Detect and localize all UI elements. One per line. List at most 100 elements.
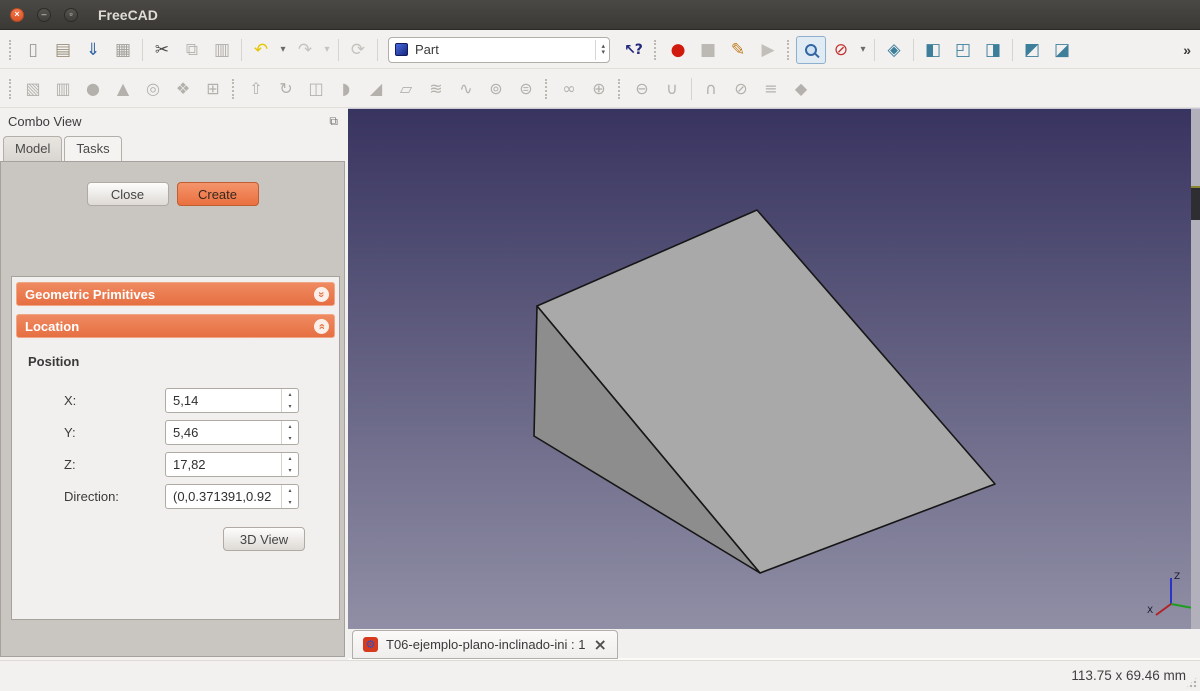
- part-loft-icon[interactable]: ≋: [421, 75, 451, 103]
- part-revolve-icon[interactable]: ↻: [271, 75, 301, 103]
- minimize-window-button[interactable]: –: [37, 8, 51, 22]
- part-section-icon[interactable]: ⊘: [726, 75, 756, 103]
- position-fields: X: ▴ ▾ Y:: [16, 388, 335, 509]
- view-axonometric-icon[interactable]: ◈: [879, 36, 909, 64]
- part-intersection-icon[interactable]: ∩: [696, 75, 726, 103]
- toolbar2-boolean-handle[interactable]: [545, 79, 550, 99]
- x-spinbox: ▴ ▾: [165, 388, 299, 413]
- undo-icon[interactable]: ↶: [246, 36, 276, 64]
- y-spinbox: ▴ ▾: [165, 420, 299, 445]
- part-torus-icon[interactable]: ◎: [138, 75, 168, 103]
- direction-input[interactable]: [166, 485, 281, 508]
- direction-combobox: ▴ ▾: [165, 484, 299, 509]
- resize-grip[interactable]: [1185, 676, 1198, 689]
- part-cut-icon[interactable]: ⊖: [627, 75, 657, 103]
- z-spin-buttons: ▴ ▾: [281, 453, 298, 476]
- part-boolean-icon[interactable]: ⊕: [584, 75, 614, 103]
- macro-play-icon[interactable]: ▶: [753, 36, 783, 64]
- x-input[interactable]: [166, 389, 281, 412]
- 3d-view-button[interactable]: 3D View: [223, 527, 305, 551]
- z-input[interactable]: [166, 453, 281, 476]
- cut-icon[interactable]: ✂: [147, 36, 177, 64]
- toolbar-separator: [874, 39, 875, 61]
- part-extrude-icon[interactable]: ⇧: [241, 75, 271, 103]
- z-spin-down-icon[interactable]: ▾: [282, 465, 298, 477]
- part-compound-icon[interactable]: ∞: [554, 75, 584, 103]
- undo-menu-arrow[interactable]: ▾: [276, 36, 290, 64]
- part-offset-icon[interactable]: ⊚: [481, 75, 511, 103]
- part-ruled-surface-icon[interactable]: ▱: [391, 75, 421, 103]
- create-button[interactable]: Create: [177, 182, 259, 206]
- mdi-tabbar: ⚙ T06-ejemplo-plano-inclinado-ini : 1 ×: [348, 629, 1200, 660]
- part-thickness-icon[interactable]: ⊜: [511, 75, 541, 103]
- scrollbar-handle[interactable]: [1191, 186, 1200, 220]
- paste-icon[interactable]: ▥: [207, 36, 237, 64]
- redo-icon[interactable]: ↷: [290, 36, 320, 64]
- float-panel-icon[interactable]: ⧉: [329, 114, 338, 129]
- view-top-icon[interactable]: ◰: [948, 36, 978, 64]
- view-rear-icon[interactable]: ◩: [1017, 36, 1047, 64]
- y-input[interactable]: [166, 421, 281, 444]
- close-tab-icon[interactable]: ×: [593, 635, 606, 654]
- part-fillet-icon[interactable]: ◗: [331, 75, 361, 103]
- y-spin-up-icon[interactable]: ▴: [282, 421, 298, 433]
- tab-model[interactable]: Model: [3, 136, 62, 161]
- draw-style-icon[interactable]: ⊘: [826, 36, 856, 64]
- z-spin-up-icon[interactable]: ▴: [282, 453, 298, 465]
- part-mirror-icon[interactable]: ◫: [301, 75, 331, 103]
- toolbar-separator: [241, 39, 242, 61]
- view-right-icon[interactable]: ◨: [978, 36, 1008, 64]
- refresh-icon[interactable]: ⟳: [343, 36, 373, 64]
- part-refine-shape-icon[interactable]: ◆: [786, 75, 816, 103]
- view-left-icon[interactable]: ◪: [1047, 36, 1077, 64]
- workbench-selector[interactable]: Part▴▾: [388, 37, 610, 63]
- maximize-window-button[interactable]: ▫: [64, 8, 78, 22]
- whats-this-icon[interactable]: ↖?: [616, 36, 650, 64]
- fit-all-icon[interactable]: [796, 36, 826, 64]
- part-box-icon[interactable]: ▧: [18, 75, 48, 103]
- part-shapebuilder-icon[interactable]: ⊞: [198, 75, 228, 103]
- copy-icon[interactable]: ⧉: [177, 36, 207, 64]
- redo-menu-arrow[interactable]: ▾: [320, 36, 334, 64]
- toolbar-overflow[interactable]: »: [1183, 42, 1195, 58]
- document-tab[interactable]: ⚙ T06-ejemplo-plano-inclinado-ini : 1 ×: [352, 630, 618, 659]
- direction-spin-down-icon[interactable]: ▾: [282, 497, 298, 509]
- part-cross-sections-icon[interactable]: ≡: [756, 75, 786, 103]
- x-spin-down-icon[interactable]: ▾: [282, 401, 298, 413]
- macro-record-icon[interactable]: ●: [663, 36, 693, 64]
- new-file-icon[interactable]: ▯: [18, 36, 48, 64]
- y-spin-down-icon[interactable]: ▾: [282, 433, 298, 445]
- view-front-icon[interactable]: ◧: [918, 36, 948, 64]
- close-task-button[interactable]: Close: [87, 182, 169, 206]
- draw-style-menu-arrow[interactable]: ▾: [856, 36, 870, 64]
- close-window-button[interactable]: ×: [10, 8, 24, 22]
- x-spin-up-icon[interactable]: ▴: [282, 389, 298, 401]
- direction-spin-up-icon[interactable]: ▴: [282, 485, 298, 497]
- part-sphere-icon[interactable]: ●: [78, 75, 108, 103]
- 3d-scene[interactable]: Z Y X: [348, 109, 1200, 630]
- section-location[interactable]: Location »: [16, 314, 335, 338]
- 3d-viewport[interactable]: Z Y X: [348, 108, 1200, 629]
- toolbar2-drag-handle[interactable]: [9, 79, 14, 99]
- part-primitives-icon[interactable]: ❖: [168, 75, 198, 103]
- toolbar1-drag-handle[interactable]: [9, 40, 14, 60]
- part-cone-icon[interactable]: ▲: [108, 75, 138, 103]
- part-sweep-icon[interactable]: ∿: [451, 75, 481, 103]
- save-icon[interactable]: ⇓: [78, 36, 108, 64]
- toolbar-macro-handle[interactable]: [654, 40, 659, 60]
- part-chamfer-icon[interactable]: ◢: [361, 75, 391, 103]
- open-file-icon[interactable]: ▤: [48, 36, 78, 64]
- part-cylinder-icon[interactable]: ▥: [48, 75, 78, 103]
- tab-tasks[interactable]: Tasks: [64, 136, 121, 161]
- toolbar-view-handle[interactable]: [787, 40, 792, 60]
- part-union-icon[interactable]: ∪: [657, 75, 687, 103]
- combo-spinner-icon[interactable]: ▴▾: [595, 40, 605, 60]
- section-geometric-primitives[interactable]: Geometric Primitives »: [16, 282, 335, 306]
- toolbar2-tools-handle[interactable]: [232, 79, 237, 99]
- print-icon[interactable]: ▦: [108, 36, 138, 64]
- toolbar-separator: [142, 39, 143, 61]
- macro-edit-icon[interactable]: ✎: [723, 36, 753, 64]
- macro-stop-icon[interactable]: ■: [693, 36, 723, 64]
- chevron-up-circle-icon: »: [314, 319, 329, 334]
- toolbar2-boolean-handle2[interactable]: [618, 79, 623, 99]
